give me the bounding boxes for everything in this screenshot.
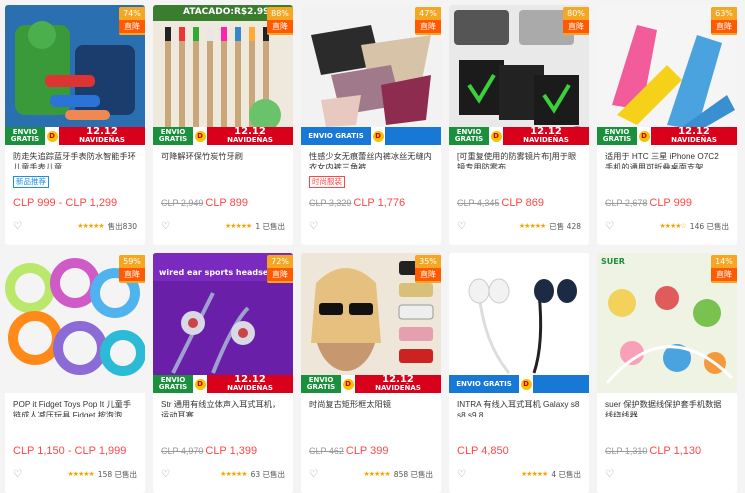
- discount-badge: 72% 直降: [267, 255, 293, 283]
- product-title[interactable]: 防走失追踪蓝牙手表防水智能手环儿童手表儿童: [5, 145, 145, 169]
- rating-stars: ★★★★☆: [659, 222, 686, 230]
- discount-badge: 74% 直降: [119, 7, 145, 35]
- product-price: CLP 4,850: [457, 445, 509, 457]
- sold-count: 63 已售出: [250, 469, 285, 479]
- product-card[interactable]: 80% 直降 ENVIO GRATIS D 12.12 NAVIDEÑAS [可重复…: [449, 5, 589, 245]
- product-price: CLP 4,970 CLP 1,399: [161, 445, 258, 457]
- promo-banner-text: wired ear sports headset: [159, 268, 273, 277]
- heart-icon[interactable]: ♡: [457, 469, 471, 480]
- product-title[interactable]: suer 保护数据线保护套手机数据线绕线器: [597, 393, 737, 417]
- heart-icon[interactable]: ♡: [605, 469, 619, 480]
- product-card[interactable]: 63% 直降 ENVIO GRATIS D 12.12 NAVIDEÑAS 适用于 …: [597, 5, 737, 245]
- discount-badge: 63% 直降: [711, 7, 737, 35]
- rating-stars: ★★★★★: [518, 222, 546, 230]
- discount-badge: 14% 直降: [711, 255, 737, 283]
- product-title[interactable]: 适用于 HTC 三星 iPhone O7C2 手机的通用可折叠桌面支架: [597, 145, 737, 169]
- product-title[interactable]: POP it Fidget Toys Pop It 儿童手链成人减压玩具 Fid…: [5, 393, 145, 417]
- wired-earphones-image: [449, 253, 589, 393]
- product-title[interactable]: 性感少女无痕蕾丝内裤冰丝无缝内衣女内裤三角裤: [301, 145, 441, 169]
- product-image[interactable]: 59% 直降: [5, 253, 145, 393]
- product-title[interactable]: [可重复使用的防雾镜片布]用于眼镜专用防雾布: [449, 145, 589, 169]
- product-card[interactable]: wired ear sports headset 72% 直降 ENVIO GRA…: [153, 253, 293, 493]
- product-price: CLP 3,329 CLP 1,776: [309, 197, 406, 209]
- rating-stars: ★★★★★: [520, 470, 548, 478]
- rating-stars: ★★★★★: [224, 222, 252, 230]
- product-image[interactable]: SUER 14% 直降: [597, 253, 737, 393]
- promo-strip: ENVIO GRATIS D: [449, 375, 589, 393]
- product-card[interactable]: SUER 14% 直降 suer 保护数据线保护套手机数据线绕线器 CLP 1,3…: [597, 253, 737, 493]
- promo-strip: ENVIO GRATIS D 12.12 NAVIDEÑAS: [301, 375, 441, 393]
- promo-strip: ENVIO GRATIS D: [301, 127, 441, 145]
- heart-icon[interactable]: ♡: [161, 221, 175, 232]
- promo-strip: ENVIO GRATIS D 12.12 NAVIDEÑAS: [5, 127, 145, 145]
- product-tag: 时尚服装: [309, 176, 345, 188]
- product-image[interactable]: 35% 直降 ENVIO GRATIS D 12.12 NAVIDEÑAS: [301, 253, 441, 393]
- heart-icon[interactable]: ♡: [13, 469, 27, 480]
- product-image[interactable]: wired ear sports headset 72% 直降 ENVIO GRA…: [153, 253, 293, 393]
- product-title[interactable]: INTRA 有线入耳式耳机 Galaxy s8 s8 s9 8: [449, 393, 589, 417]
- promo-strip: ENVIO GRATIS D 12.12 NAVIDEÑAS: [597, 127, 737, 145]
- promo-strip: ENVIO GRATIS D 12.12 NAVIDEÑAS: [153, 127, 293, 145]
- product-price: CLP 2,678 CLP 999: [605, 197, 692, 209]
- product-price: CLP 2,949 CLP 899: [161, 197, 248, 209]
- rating-stars: ★★★★★: [77, 222, 104, 230]
- heart-icon[interactable]: ♡: [605, 221, 619, 232]
- product-title[interactable]: Str 通用有线立体声入耳式耳机，运动耳塞: [153, 393, 293, 417]
- heart-icon[interactable]: ♡: [309, 221, 323, 232]
- product-price: CLP 462 CLP 399: [309, 445, 389, 457]
- product-tag: 新品推荐: [13, 176, 49, 188]
- sold-count: 858 已售出: [393, 469, 433, 479]
- discount-badge: 35% 直降: [415, 255, 441, 283]
- product-card[interactable]: ENVIO GRATIS D INTRA 有线入耳式耳机 Galaxy s8 s…: [449, 253, 589, 493]
- promo-banner-text: ATACADO:R$2.99: [183, 7, 270, 17]
- sold-count: 已售 428: [549, 221, 581, 231]
- heart-icon[interactable]: ♡: [13, 221, 27, 232]
- sold-count: 146 已售出: [689, 221, 729, 231]
- sold-count: 4 已售出: [551, 469, 581, 479]
- sold-count: 158 已售出: [97, 469, 137, 479]
- product-title[interactable]: 时尚复古矩形框太阳镜: [301, 393, 441, 417]
- product-price: CLP 999 - CLP 1,299: [13, 197, 118, 209]
- product-card[interactable]: 59% 直降 POP it Fidget Toys Pop It 儿童手链成人减压…: [5, 253, 145, 493]
- product-title[interactable]: 可降解环保竹炭竹牙刷: [153, 145, 293, 169]
- product-image[interactable]: 47% 直降 ENVIO GRATIS D: [301, 5, 441, 145]
- rating-stars: ★★★★★: [67, 470, 94, 478]
- product-card[interactable]: 74% 直降 ENVIO GRATIS D 12.12 NAVIDEÑAS 防走失追…: [5, 5, 145, 245]
- product-image[interactable]: 74% 直降 ENVIO GRATIS D 12.12 NAVIDEÑAS: [5, 5, 145, 145]
- heart-icon[interactable]: ♡: [457, 221, 471, 232]
- product-card[interactable]: 35% 直降 ENVIO GRATIS D 12.12 NAVIDEÑAS 时尚复古…: [301, 253, 441, 493]
- heart-icon[interactable]: ♡: [161, 469, 175, 480]
- sold-count: 售出830: [107, 221, 137, 231]
- product-grid: 74% 直降 ENVIO GRATIS D 12.12 NAVIDEÑAS 防走失追…: [0, 0, 745, 493]
- product-card[interactable]: 47% 直降 ENVIO GRATIS D 性感少女无痕蕾丝内裤冰丝无缝内衣女内裤…: [301, 5, 441, 245]
- sold-count: 1 已售出: [255, 221, 285, 231]
- product-card[interactable]: ATACADO:R$2.99 88% 直降 ENVIO GRATIS D 12.1…: [153, 5, 293, 245]
- discount-badge: 80% 直降: [563, 7, 589, 35]
- rating-stars: ★★★★★: [363, 470, 390, 478]
- product-price: CLP 4,345 CLP 869: [457, 197, 544, 209]
- product-image[interactable]: 80% 直降 ENVIO GRATIS D 12.12 NAVIDEÑAS: [449, 5, 589, 145]
- brand-logo: SUER: [601, 257, 625, 266]
- discount-badge: 59% 直降: [119, 255, 145, 283]
- product-image[interactable]: 63% 直降 ENVIO GRATIS D 12.12 NAVIDEÑAS: [597, 5, 737, 145]
- promo-strip: ENVIO GRATIS D 12.12 NAVIDEÑAS: [449, 127, 589, 145]
- product-image[interactable]: ATACADO:R$2.99 88% 直降 ENVIO GRATIS D 12.1…: [153, 5, 293, 145]
- promo-strip: ENVIO GRATIS D 12.12 NAVIDEÑAS: [153, 375, 293, 393]
- discount-badge: 88% 直降: [267, 7, 293, 35]
- heart-icon[interactable]: ♡: [309, 469, 323, 480]
- rating-stars: ★★★★★: [220, 470, 247, 478]
- discount-badge: 47% 直降: [415, 7, 441, 35]
- product-price: CLP 1,150 - CLP 1,999: [13, 445, 127, 457]
- product-image[interactable]: ENVIO GRATIS D: [449, 253, 589, 393]
- product-price: CLP 1,310 CLP 1,130: [605, 445, 702, 457]
